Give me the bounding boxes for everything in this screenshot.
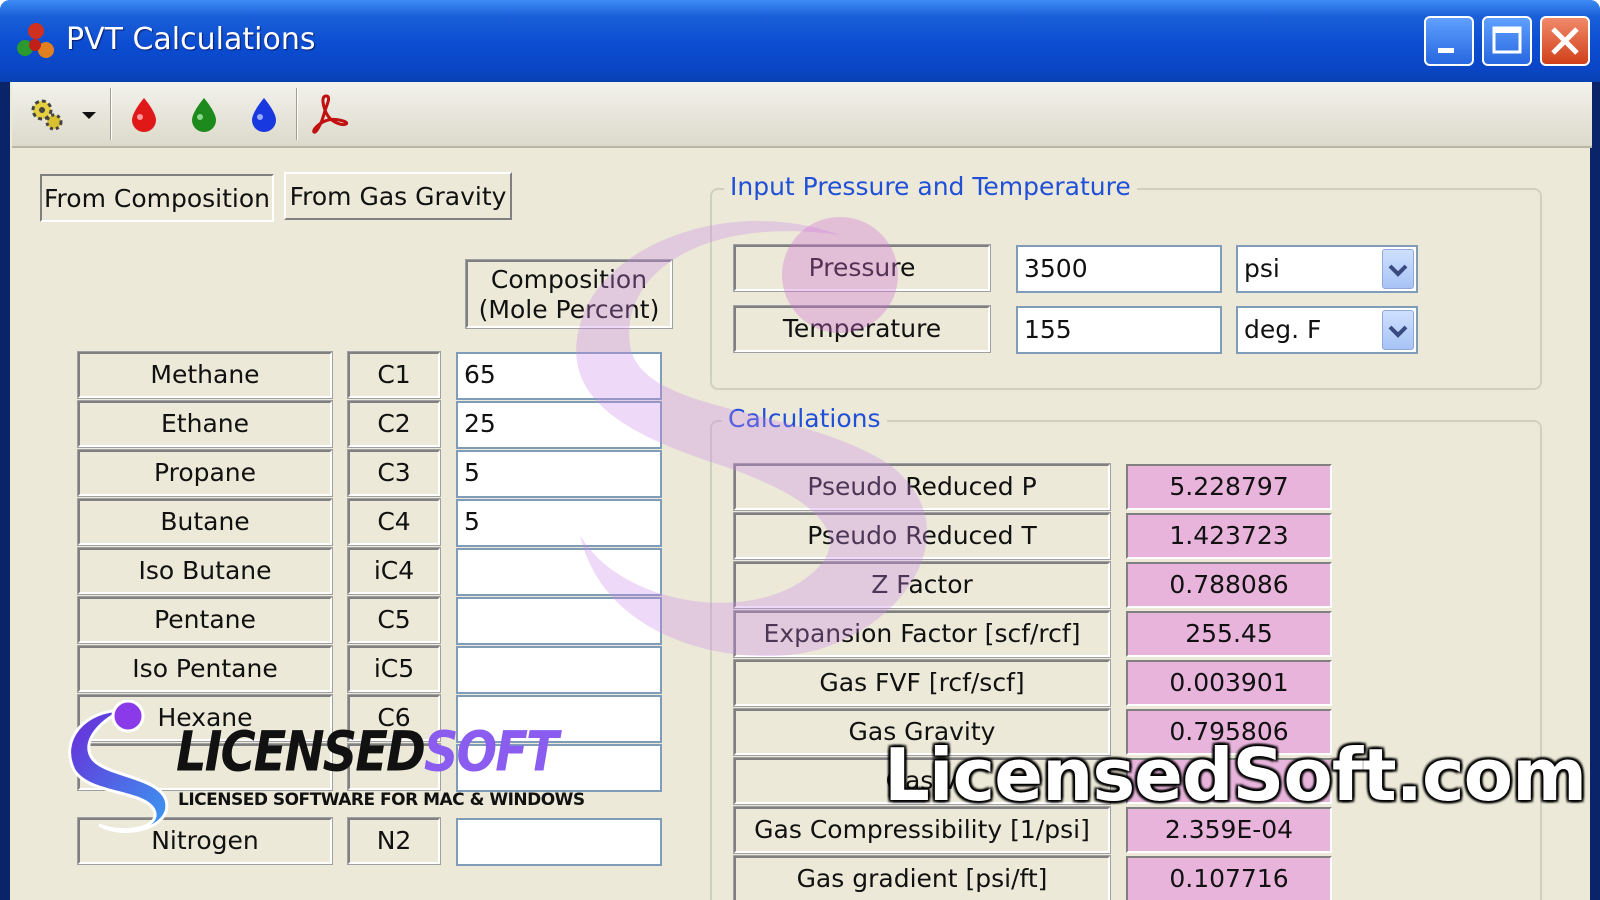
- component-mole-percent-input[interactable]: [456, 548, 662, 596]
- window-title: PVT Calculations: [66, 22, 316, 57]
- temperature-unit-select[interactable]: deg. F: [1236, 306, 1418, 354]
- toolbar-separator: [296, 88, 298, 140]
- app-icon: [17, 23, 54, 58]
- calculation-label: Z Factor: [733, 561, 1111, 609]
- toolbar: [12, 82, 1592, 148]
- temperature-unit-value: deg. F: [1244, 315, 1322, 344]
- input-group-title: Input Pressure and Temperature: [724, 172, 1137, 201]
- component-mole-percent-input[interactable]: [456, 646, 662, 694]
- component-mole-percent-input[interactable]: 25: [456, 401, 662, 449]
- minimize-icon: [1438, 48, 1454, 53]
- component-name-label: Methane: [77, 351, 333, 399]
- watermark-brand-plain: LICENSED: [176, 720, 426, 785]
- watermark-site: LicensedSoft.com: [884, 733, 1587, 817]
- component-name-label: Ethane: [77, 400, 333, 448]
- green-drop-icon[interactable]: [182, 92, 226, 136]
- chevron-down-icon[interactable]: [1382, 249, 1414, 289]
- component-formula-label: N2: [347, 817, 441, 865]
- dropdown-arrow-icon[interactable]: [74, 92, 104, 136]
- settings-gear-icon[interactable]: [24, 92, 68, 136]
- temperature-input[interactable]: 155: [1016, 306, 1222, 354]
- calculation-label: Expansion Factor [scf/rcf]: [733, 610, 1111, 658]
- blue-drop-icon[interactable]: [242, 92, 286, 136]
- component-mole-percent-input[interactable]: [456, 818, 662, 866]
- component-formula-label: C3: [347, 449, 441, 497]
- watermark-brand: LICENSEDSOFT: [176, 720, 559, 785]
- calculation-label: Gas gradient [psi/ft]: [733, 855, 1111, 900]
- calculation-result: 5.228797: [1126, 464, 1332, 510]
- temperature-label: Temperature: [733, 305, 991, 353]
- chevron-down-icon[interactable]: [1382, 310, 1414, 350]
- calculation-result: 0.107716: [1126, 856, 1332, 900]
- toolbar-separator: [110, 88, 112, 140]
- close-button[interactable]: [1540, 16, 1590, 66]
- pressure-unit-select[interactable]: psi: [1236, 245, 1418, 293]
- calculation-label: Pseudo Reduced T: [733, 512, 1111, 560]
- component-formula-label: C1: [347, 351, 441, 399]
- component-name-label: Butane: [77, 498, 333, 546]
- component-name-label: Propane: [77, 449, 333, 497]
- composition-header: Composition (Mole Percent): [465, 259, 673, 329]
- pressure-input[interactable]: 3500: [1016, 245, 1222, 293]
- calculation-result: 0.003901: [1126, 660, 1332, 706]
- component-formula-label: iC5: [347, 645, 441, 693]
- calculation-result: 1.423723: [1126, 513, 1332, 559]
- calculation-label: Gas FVF [rcf/scf]: [733, 659, 1111, 707]
- component-name-label: Iso Pentane: [77, 645, 333, 693]
- calculations-group-title: Calculations: [722, 404, 887, 433]
- component-mole-percent-input[interactable]: 65: [456, 352, 662, 400]
- watermark-tagline: LICENSED SOFTWARE FOR MAC & WINDOWS: [178, 790, 585, 810]
- component-formula-label: C4: [347, 498, 441, 546]
- component-mole-percent-input[interactable]: 5: [456, 450, 662, 498]
- composition-header-line2: (Mole Percent): [478, 295, 660, 324]
- calculation-result: 255.45: [1126, 611, 1332, 657]
- title-bar[interactable]: PVT Calculations: [0, 0, 1600, 82]
- close-icon: [1551, 27, 1579, 55]
- component-name-label: Nitrogen: [77, 817, 333, 865]
- component-mole-percent-input[interactable]: 5: [456, 499, 662, 547]
- tab-from-composition[interactable]: From Composition: [40, 174, 274, 222]
- minimize-button[interactable]: [1424, 16, 1474, 66]
- calculation-label: Pseudo Reduced P: [733, 463, 1111, 511]
- component-formula-label: iC4: [347, 547, 441, 595]
- watermark-brand-accent: SOFT: [423, 720, 559, 785]
- composition-header-line1: Composition: [490, 265, 648, 294]
- red-drop-icon[interactable]: [122, 92, 166, 136]
- component-mole-percent-input[interactable]: [456, 597, 662, 645]
- component-formula-label: C5: [347, 596, 441, 644]
- tab-from-gas-gravity[interactable]: From Gas Gravity: [284, 172, 512, 220]
- component-name-label: Pentane: [77, 596, 333, 644]
- maximize-button[interactable]: [1482, 16, 1532, 66]
- calculation-result: 0.788086: [1126, 562, 1332, 608]
- pdf-icon[interactable]: [306, 92, 350, 136]
- component-formula-label: C2: [347, 400, 441, 448]
- maximize-icon: [1492, 26, 1522, 54]
- component-name-label: Iso Butane: [77, 547, 333, 595]
- pressure-unit-value: psi: [1244, 254, 1280, 283]
- pressure-label: Pressure: [733, 244, 991, 292]
